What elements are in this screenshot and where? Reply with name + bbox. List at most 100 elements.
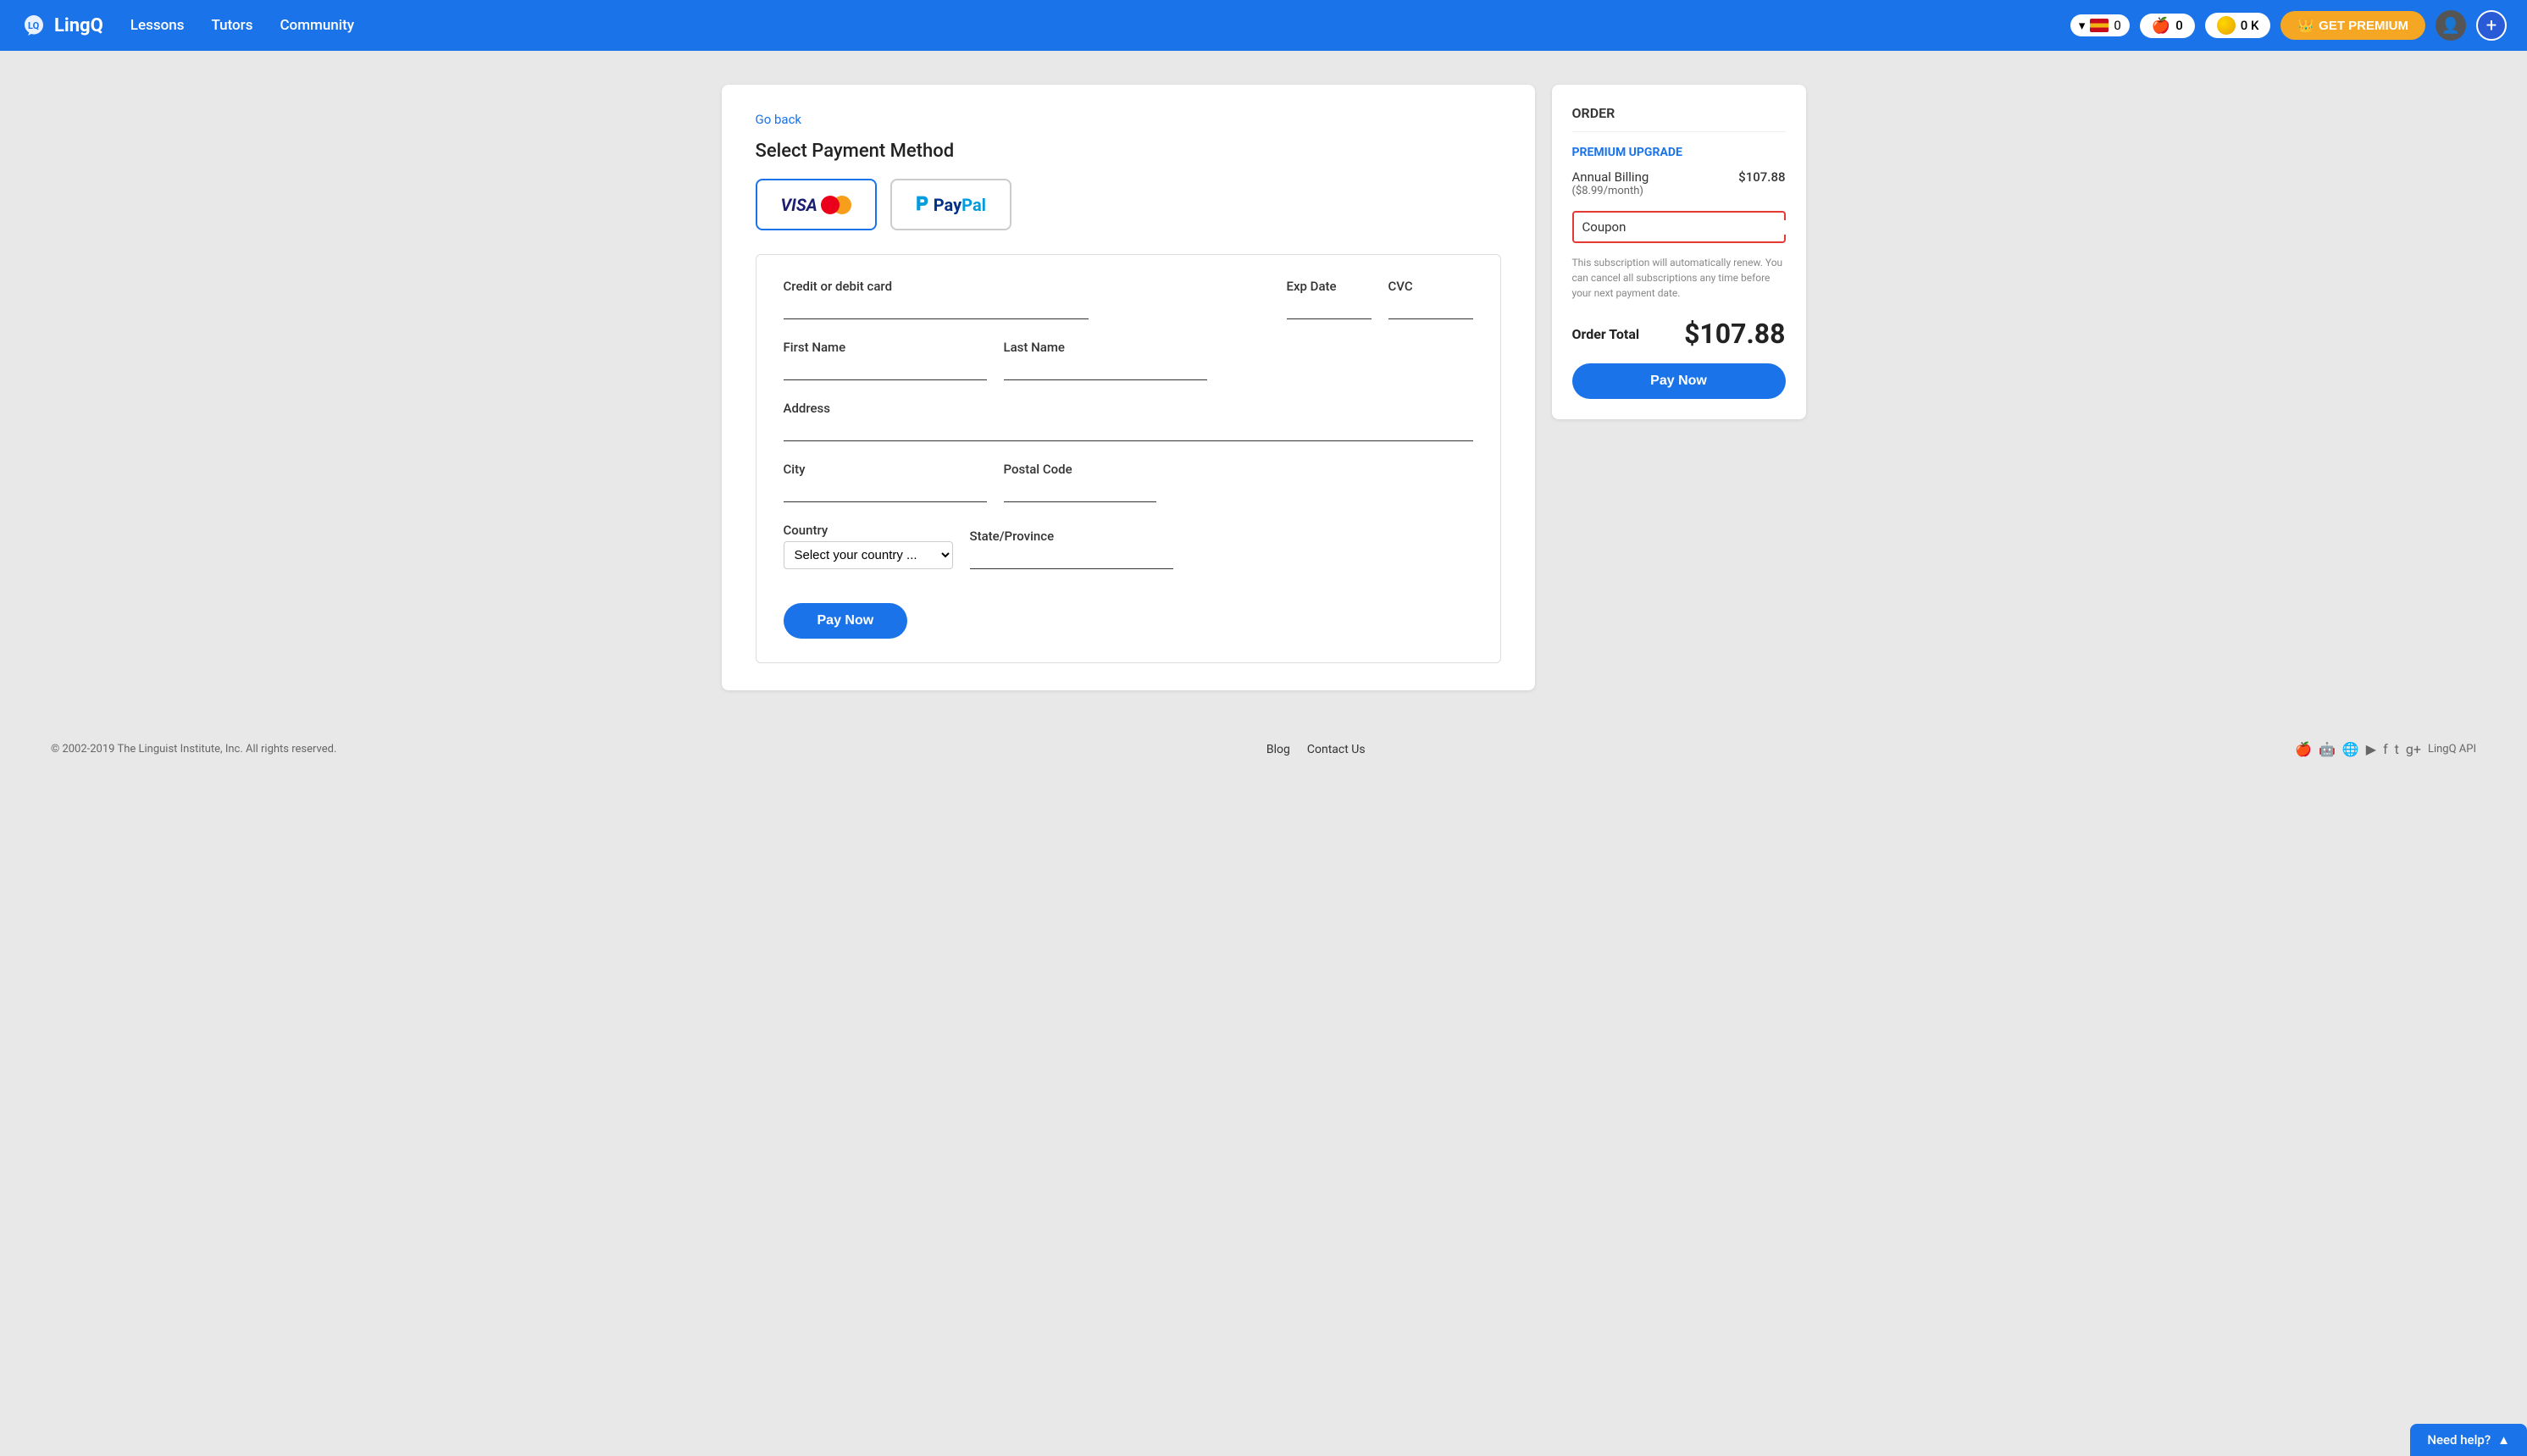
coupon-row: Coupon [1572,211,1786,243]
coin-count: 0 K [2241,18,2259,33]
svg-text:LQ: LQ [28,20,40,31]
lang-count: 0 [2114,18,2120,33]
chrome-footer-icon: 🌐 [2342,741,2359,757]
right-panel: ORDER PREMIUM UPGRADE Annual Billing ($8… [1552,85,1806,419]
postal-label: Postal Code [1004,462,1156,477]
flag-spain [2090,19,2109,32]
address-row: Address [784,401,1473,441]
logo-text: LingQ [54,15,103,36]
main-content: Go back Select Payment Method VISA 𝐏 Pay… [671,51,1857,724]
order-total-price: $107.88 [1684,318,1785,350]
lastname-group: Last Name [1004,340,1207,380]
avatar[interactable]: 👤 [2436,10,2466,41]
logo-icon: LQ [20,12,47,39]
expdate-group: Exp Date [1287,279,1372,319]
card-row: Credit or debit card Exp Date CVC [784,279,1473,319]
googleplus-footer-icon: g+ [2406,741,2421,757]
payment-form: Credit or debit card Exp Date CVC First … [756,254,1501,663]
lastname-input[interactable] [1004,358,1207,380]
android-footer-icon: 🤖 [2319,741,2336,757]
card-number-input[interactable] [784,297,1089,319]
crown-icon: 👑 [2297,18,2314,33]
name-row: First Name Last Name [784,340,1473,380]
state-label: State/Province [970,529,1173,544]
billing-sub: ($8.99/month) [1572,185,1649,197]
postal-input[interactable] [1004,480,1156,502]
renewal-text: This subscription will automatically ren… [1572,255,1786,301]
coupon-label: Coupon [1582,219,1626,235]
card-number-group: Credit or debit card [784,279,1270,319]
logo[interactable]: LQ LingQ [20,12,103,39]
apple-icon: 🍎 [2152,17,2170,35]
sidebar-pay-now-button[interactable]: Pay Now [1572,363,1786,399]
coupon-input[interactable] [1634,220,1803,235]
language-pill[interactable]: ▾ 0 [2070,14,2130,36]
footer-blog-link[interactable]: Blog [1266,743,1290,756]
chevron-down-icon: ▾ [2079,18,2086,33]
expdate-input[interactable] [1287,297,1372,319]
visa-payment-card[interactable]: VISA [756,179,877,230]
billing-label: Annual Billing [1572,169,1649,185]
need-help-label: Need help? [2427,1432,2491,1448]
left-panel: Go back Select Payment Method VISA 𝐏 Pay… [722,85,1535,690]
city-group: City [784,462,987,502]
premium-upgrade-label: PREMIUM UPGRADE [1572,146,1786,159]
cvc-label: CVC [1388,279,1473,294]
apple-stat-pill[interactable]: 🍎 0 [2140,14,2195,38]
country-select[interactable]: Select your country ... [784,541,953,569]
billing-price: $107.88 [1738,169,1785,185]
state-group: State/Province [970,529,1173,569]
apple-count: 0 [2175,18,2183,33]
nav-community[interactable]: Community [280,17,354,34]
api-label: LingQ API [2428,743,2476,756]
firstname-label: First Name [784,340,987,355]
address-input[interactable] [784,419,1473,441]
form-pay-now-button[interactable]: Pay Now [784,603,908,639]
country-row: Country Select your country ... State/Pr… [784,523,1473,569]
order-title: ORDER [1572,105,1786,132]
city-label: City [784,462,987,477]
add-button[interactable]: + [2476,10,2507,41]
cvc-group: CVC [1388,279,1473,319]
card-label: Credit or debit card [784,279,1270,294]
state-input[interactable] [970,547,1173,569]
nav-links: Lessons Tutors Community [130,17,2043,34]
firstname-input[interactable] [784,358,987,380]
billing-info: Annual Billing ($8.99/month) [1572,169,1649,197]
get-premium-button[interactable]: 👑 GET PREMIUM [2280,11,2425,40]
avatar-icon: 👤 [2441,17,2460,35]
twitter-footer-icon: t [2395,741,2399,757]
premium-btn-label: GET PREMIUM [2319,19,2408,33]
apple-footer-icon: 🍎 [2295,741,2312,757]
city-row: City Postal Code [784,462,1473,502]
need-help-button[interactable]: Need help? ▲ [2410,1424,2527,1456]
footer-links: Blog Contact Us [1266,743,1366,756]
address-group: Address [784,401,1473,441]
chevron-up-icon: ▲ [2497,1432,2510,1448]
facebook-footer-icon: f [2383,741,2388,757]
cvc-input[interactable] [1388,297,1473,319]
expdate-label: Exp Date [1287,279,1372,294]
page-title: Select Payment Method [756,141,1501,162]
mastercard-left-circle [821,196,840,214]
footer-contact-link[interactable]: Contact Us [1307,743,1366,756]
paypal-logo: PayPal [934,195,986,215]
nav-lessons[interactable]: Lessons [130,17,185,34]
copyright-text: © 2002-2019 The Linguist Institute, Inc.… [51,743,336,756]
youtube-footer-icon: ▶ [2366,741,2376,757]
footer-right: 🍎 🤖 🌐 ▶ f t g+ LingQ API [2295,741,2476,757]
nav-tutors[interactable]: Tutors [211,17,252,34]
visa-logo: VISA [781,195,817,215]
firstname-group: First Name [784,340,987,380]
go-back-link[interactable]: Go back [756,112,1501,127]
postal-group: Postal Code [1004,462,1156,502]
paypal-payment-card[interactable]: 𝐏 PayPal [890,179,1011,230]
billing-row: Annual Billing ($8.99/month) $107.88 [1572,169,1786,197]
navbar: LQ LingQ Lessons Tutors Community ▾ 0 🍎 … [0,0,2527,51]
city-input[interactable] [784,480,987,502]
lastname-label: Last Name [1004,340,1207,355]
address-label: Address [784,401,1473,416]
coin-icon [2217,16,2236,35]
nav-right: ▾ 0 🍎 0 0 K 👑 GET PREMIUM 👤 + [2070,10,2507,41]
coin-stat-pill[interactable]: 0 K [2205,13,2271,38]
